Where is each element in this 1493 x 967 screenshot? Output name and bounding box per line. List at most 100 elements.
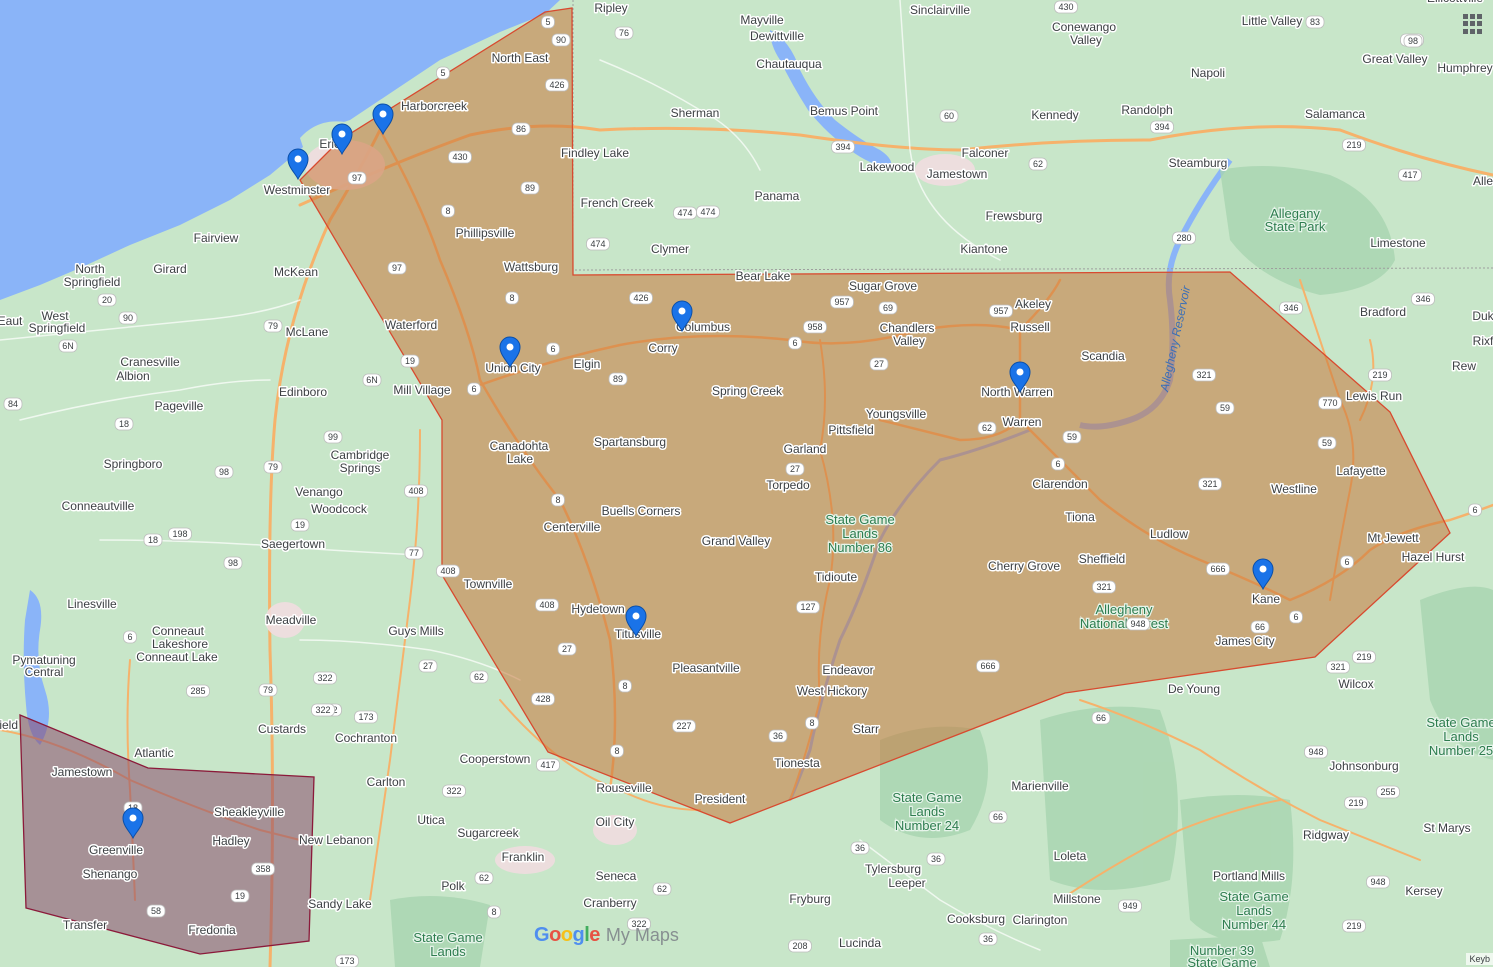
route-shield: 408	[404, 484, 428, 498]
place-label: Lake	[507, 452, 533, 466]
place-label: Millstone	[1053, 892, 1101, 906]
place-label: Bradford	[1360, 305, 1406, 319]
place-label: Springfield	[64, 275, 121, 289]
keyboard-shortcuts-link[interactable]: Keyb	[1466, 953, 1493, 965]
svg-text:198: 198	[172, 529, 187, 539]
route-shield: 219	[1352, 650, 1376, 664]
route-shield: 227	[672, 719, 696, 733]
svg-text:394: 394	[1154, 122, 1169, 132]
svg-text:6: 6	[471, 384, 476, 394]
route-shield: 6	[123, 630, 137, 644]
svg-text:98: 98	[1408, 36, 1418, 46]
route-shield: 417	[536, 758, 560, 772]
route-shield: 8	[551, 493, 565, 507]
park-label: State Game	[1187, 955, 1256, 967]
place-label: Elgin	[574, 357, 601, 371]
place-label: Oil City	[596, 815, 635, 829]
svg-text:58: 58	[151, 906, 161, 916]
svg-text:62: 62	[657, 884, 667, 894]
svg-text:59: 59	[1322, 438, 1332, 448]
svg-text:408: 408	[539, 600, 554, 610]
place-label: Edinboro	[279, 385, 327, 399]
place-label: Sugarcreek	[457, 826, 519, 840]
svg-text:36: 36	[855, 843, 865, 853]
park-label: State Game	[1426, 715, 1493, 730]
place-label: Ridgway	[1303, 828, 1349, 842]
apps-grid-icon[interactable]	[1463, 14, 1483, 34]
place-label: St Marys	[1423, 821, 1470, 835]
place-label: Bemus Point	[810, 104, 879, 118]
svg-text:6N: 6N	[62, 341, 74, 351]
park-label: Number 86	[828, 540, 892, 555]
place-label: Centerville	[544, 520, 601, 534]
place-label: Alle	[1473, 174, 1493, 188]
route-shield: 98	[214, 465, 234, 479]
svg-text:62: 62	[479, 873, 489, 883]
svg-text:84: 84	[8, 399, 18, 409]
svg-text:20: 20	[102, 295, 112, 305]
route-shield: 62	[652, 882, 672, 896]
svg-text:79: 79	[268, 321, 278, 331]
place-label: Sugar Grove	[849, 279, 917, 293]
map-canvas[interactable]: RipleyMayvilleSinclairvilleConewangoVall…	[0, 0, 1493, 967]
svg-text:62: 62	[1033, 159, 1043, 169]
route-shield: 58	[146, 904, 166, 918]
place-label: Lakewood	[860, 160, 915, 174]
route-shield: 358	[251, 862, 275, 876]
place-label: Pleasantville	[672, 661, 740, 675]
svg-text:255: 255	[1380, 787, 1395, 797]
route-shield: 280	[1172, 231, 1196, 245]
svg-text:18: 18	[119, 419, 129, 429]
route-shield: 417	[1398, 168, 1422, 182]
place-label: Tionesta	[774, 756, 820, 770]
place-label: Wilcox	[1338, 677, 1373, 691]
place-label: Limestone	[1370, 236, 1426, 250]
svg-text:321: 321	[1202, 479, 1217, 489]
place-label: Kane	[1252, 592, 1280, 606]
svg-text:173: 173	[358, 712, 373, 722]
svg-text:66: 66	[993, 812, 1003, 822]
route-shield: 219	[1344, 796, 1368, 810]
place-label: Springboro	[104, 457, 163, 471]
route-shield: 474	[673, 206, 697, 220]
park-label: Lands	[842, 526, 878, 541]
place-label: Clarington	[1013, 913, 1068, 927]
svg-text:474: 474	[590, 239, 605, 249]
place-label: Garland	[784, 442, 827, 456]
svg-text:949: 949	[1122, 901, 1137, 911]
place-label: Canadohta	[490, 439, 549, 453]
place-label: Springs	[340, 461, 381, 475]
route-shield: 89	[608, 372, 628, 386]
route-shield: 62	[977, 421, 997, 435]
svg-text:60: 60	[944, 111, 954, 121]
place-label: Rixf	[1473, 334, 1493, 348]
place-label: Shenango	[83, 867, 138, 881]
place-label: Fredonia	[188, 923, 236, 937]
place-label: Westline	[1271, 482, 1317, 496]
route-shield: 36	[850, 841, 870, 855]
route-shield: 98	[1403, 34, 1423, 48]
route-shield: 666	[976, 659, 1000, 673]
svg-text:8: 8	[491, 907, 496, 917]
svg-text:83: 83	[1310, 17, 1320, 27]
place-label: Girard	[153, 262, 186, 276]
svg-text:79: 79	[263, 685, 273, 695]
place-label: President	[695, 792, 746, 806]
my-maps-label: My Maps	[605, 925, 679, 945]
place-label: Kersey	[1405, 884, 1442, 898]
park-label: Number 25	[1429, 743, 1493, 758]
svg-text:90: 90	[556, 35, 566, 45]
svg-text:36: 36	[983, 934, 993, 944]
place-label: Falconer	[962, 146, 1009, 160]
place-label: Meadville	[266, 613, 317, 627]
route-shield: 62	[469, 670, 489, 684]
place-label: Great Valley	[1362, 52, 1427, 66]
route-shield: 127	[796, 600, 820, 614]
route-shield: 666	[1206, 562, 1230, 576]
route-shield: 5	[436, 66, 450, 80]
route-shield: 426	[629, 291, 653, 305]
place-label: Dewittville	[750, 29, 804, 43]
place-label: Little Valley	[1242, 14, 1302, 28]
svg-text:322: 322	[446, 786, 461, 796]
route-shield: 90	[551, 33, 571, 47]
